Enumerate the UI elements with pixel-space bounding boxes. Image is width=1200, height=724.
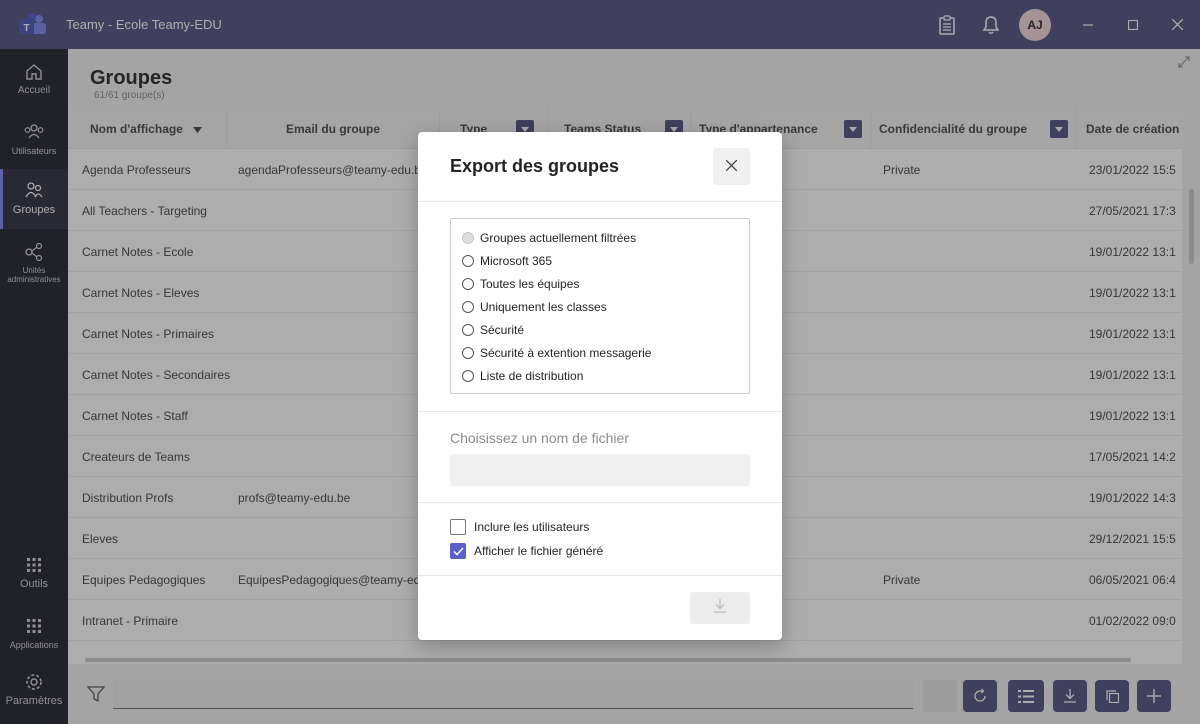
radio-button[interactable]: [462, 301, 474, 313]
radio-button[interactable]: [462, 232, 474, 244]
radio-distribution-list[interactable]: Liste de distribution: [462, 367, 583, 385]
radio-classes-only[interactable]: Uniquement les classes: [462, 298, 607, 316]
dialog-title: Export des groupes: [450, 156, 620, 176]
radio-label: Groupes actuellement filtrées: [480, 231, 637, 245]
include-users-checkbox[interactable]: Inclure les utilisateurs: [450, 518, 589, 536]
radio-all-teams[interactable]: Toutes les équipes: [462, 275, 579, 293]
radio-label: Liste de distribution: [480, 369, 584, 383]
filename-label: Choisissez un nom de fichier: [450, 430, 629, 446]
filename-input[interactable]: [450, 454, 750, 486]
export-download-button[interactable]: [690, 592, 750, 624]
radio-button[interactable]: [462, 278, 474, 290]
radio-label: Sécurité à extention messagerie: [480, 346, 652, 360]
radio-label: Microsoft 365: [480, 254, 553, 268]
checkbox-label: Afficher le fichier généré: [474, 544, 604, 558]
checkbox[interactable]: [450, 543, 466, 559]
radio-label: Sécurité: [480, 323, 525, 337]
radio-mail-enabled-security[interactable]: Sécurité à extention messagerie: [462, 344, 651, 362]
download-icon: [714, 598, 726, 618]
close-icon: [725, 158, 738, 176]
radio-security[interactable]: Sécurité: [462, 321, 524, 339]
radio-button[interactable]: [462, 324, 474, 336]
show-file-checkbox[interactable]: Afficher le fichier généré: [450, 542, 603, 560]
dialog-close-button[interactable]: [713, 148, 750, 185]
radio-microsoft-365[interactable]: Microsoft 365: [462, 252, 552, 270]
radio-button[interactable]: [462, 347, 474, 359]
radio-label: Uniquement les classes: [480, 300, 607, 314]
export-dialog: Export des groupes Groupes actuellement …: [418, 132, 782, 640]
divider: [418, 502, 782, 503]
divider: [418, 411, 782, 412]
checkbox[interactable]: [450, 519, 466, 535]
checkbox-label: Inclure les utilisateurs: [474, 520, 590, 534]
radio-button[interactable]: [462, 370, 474, 382]
radio-label: Toutes les équipes: [480, 277, 580, 291]
export-type-radio-group: Groupes actuellement filtrées Microsoft …: [450, 218, 750, 394]
check-icon: [452, 546, 464, 556]
radio-button[interactable]: [462, 255, 474, 267]
divider: [418, 201, 782, 202]
divider: [418, 575, 782, 576]
radio-filtered-groups[interactable]: Groupes actuellement filtrées: [462, 229, 636, 247]
